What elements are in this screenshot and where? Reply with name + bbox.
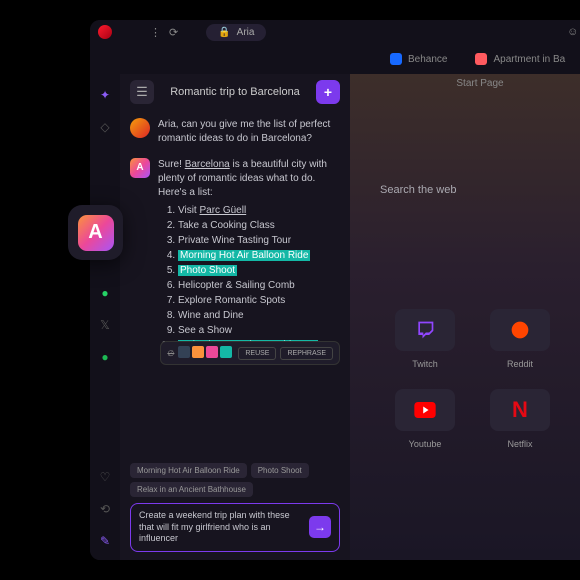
color-swatch[interactable] xyxy=(206,346,218,358)
reuse-button[interactable]: REUSE xyxy=(238,347,276,360)
whatsapp-icon[interactable]: ● xyxy=(96,284,114,302)
user-avatar xyxy=(130,118,150,138)
tab-label: Apartment in Ba xyxy=(493,54,565,65)
list-item: Wine and Dine xyxy=(178,309,340,323)
chip[interactable]: Relax in an Ancient Bathhouse xyxy=(130,482,253,497)
address-label: Aria xyxy=(237,27,255,38)
aria-avatar: A xyxy=(130,158,150,178)
behance-icon xyxy=(390,53,402,65)
tab-apartment[interactable]: Apartment in Ba xyxy=(463,48,577,70)
list-item: Explore Romantic Spots xyxy=(178,294,340,308)
list-item: See a Show xyxy=(178,324,340,338)
aria-sidebar-icon[interactable]: ✦ xyxy=(96,86,114,104)
chat-input[interactable]: Create a weekend trip plan with these th… xyxy=(130,503,340,552)
new-chat-button[interactable]: + xyxy=(316,80,340,104)
aria-message: A Sure! Barcelona is a beautiful city wi… xyxy=(130,158,340,354)
list-item: Helicopter & Sailing Comb xyxy=(178,279,340,293)
speed-dial-item[interactable]: NNetflix xyxy=(490,389,550,449)
color-swatch[interactable] xyxy=(220,346,232,358)
edit-icon[interactable]: ✎ xyxy=(96,532,114,550)
topbar: ⋮ ⟳ 🔒 Aria ☺ 📌 xyxy=(90,20,580,44)
chat-title: Romantic trip to Barcelona xyxy=(164,86,306,98)
chat-panel: ☰ Romantic trip to Barcelona + Aria, can… xyxy=(120,74,350,560)
menu-button[interactable]: ☰ xyxy=(130,80,154,104)
aria-msg-text: Sure! Barcelona is a beautiful city with… xyxy=(158,158,340,354)
speed-dial-row: Youtube NNetflix xyxy=(395,389,580,449)
start-page-label: Start Page xyxy=(456,78,503,89)
chip[interactable]: Morning Hot Air Balloon Ride xyxy=(130,463,247,478)
aria-floating-button[interactable]: A xyxy=(68,205,123,260)
list-item: Morning Hot Air Balloon Ride xyxy=(178,249,340,263)
start-page: Start Page Search the web Twitch Reddit Y… xyxy=(350,74,580,560)
opera-logo-icon[interactable] xyxy=(98,25,112,39)
search-input[interactable]: Search the web xyxy=(380,184,456,196)
list-item: Take a Cooking Class xyxy=(178,219,340,233)
list-item: Visit Parc Güell xyxy=(178,204,340,218)
speed-dial-item[interactable]: Reddit xyxy=(490,309,550,369)
heart-icon[interactable]: ♡ xyxy=(96,468,114,486)
history-icon[interactable]: ⟲ xyxy=(96,500,114,518)
rephrase-button[interactable]: REPHRASE xyxy=(280,347,333,360)
spotify-icon[interactable]: ● xyxy=(96,348,114,366)
list-item: Photo Shoot xyxy=(178,264,340,278)
x-icon[interactable]: 𝕏 xyxy=(96,316,114,334)
tab-behance[interactable]: Behance xyxy=(378,48,459,70)
speed-dial-row: Twitch Reddit xyxy=(395,309,580,369)
lock-icon: 🔒 xyxy=(218,27,230,38)
color-swatch[interactable] xyxy=(178,346,190,358)
strike-icon[interactable]: ∅ xyxy=(167,349,174,358)
chat-footer: Morning Hot Air Balloon Ride Photo Shoot R… xyxy=(120,455,350,560)
chip[interactable]: Photo Shoot xyxy=(251,463,309,478)
send-button[interactable]: → xyxy=(309,516,331,538)
chips-row: Morning Hot Air Balloon Ride Photo Shoot R… xyxy=(130,463,340,497)
aria-a-icon: A xyxy=(88,221,102,244)
user-msg-text: Aria, can you give me the list of perfec… xyxy=(158,118,340,146)
list-item: Private Wine Tasting Tour xyxy=(178,234,340,248)
reload-icon[interactable]: ⟳ xyxy=(169,26,178,39)
airbnb-icon xyxy=(475,53,487,65)
sidebar: ✦ ◇ ● 𝕏 ● ♡ ⟲ ✎ xyxy=(90,74,120,560)
speed-dial-item[interactable]: Youtube xyxy=(395,389,455,449)
face-icon[interactable]: ☺ xyxy=(567,26,578,39)
highlight-toolbar: ∅ REUSE REPHRASE xyxy=(160,341,340,365)
more-icon[interactable]: ⋮ xyxy=(150,26,161,39)
speed-dial-item[interactable]: Twitch xyxy=(395,309,455,369)
user-message: Aria, can you give me the list of perfec… xyxy=(130,118,340,146)
tab-label: Behance xyxy=(408,54,447,65)
color-swatch[interactable] xyxy=(192,346,204,358)
sidebar-icon[interactable]: ◇ xyxy=(96,118,114,136)
tabbar: Behance Apartment in Ba xyxy=(90,44,580,74)
address-bar[interactable]: 🔒 Aria xyxy=(206,24,266,41)
browser-window: ⋮ ⟳ 🔒 Aria ☺ 📌 Behance Apartment in Ba ✦… xyxy=(90,20,580,560)
chat-input-text[interactable]: Create a weekend trip plan with these th… xyxy=(139,510,303,545)
